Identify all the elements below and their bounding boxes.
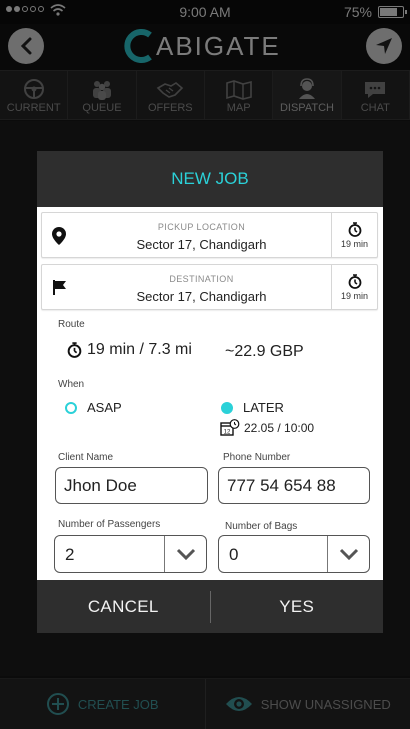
flag-icon xyxy=(53,280,66,295)
bags-value: 0 xyxy=(229,545,239,564)
chevron-down-icon xyxy=(176,548,195,560)
phone-number-label: Phone Number xyxy=(223,452,291,463)
pickup-value: Sector 17, Chandigarh xyxy=(136,237,267,252)
bags-dropdown[interactable] xyxy=(327,536,369,572)
calendar-clock-icon: 12 xyxy=(220,419,240,436)
destination-eta-text: 19 min xyxy=(340,290,368,301)
destination-eta: 19 min xyxy=(331,265,377,309)
later-datetime[interactable]: 12 22.05 / 10:00 xyxy=(220,419,314,437)
route-cost: ~22.9 GBP xyxy=(225,343,304,360)
client-name-input[interactable]: Jhon Doe xyxy=(55,467,208,504)
bags-select[interactable]: 0 xyxy=(218,535,370,573)
pickup-eta-text: 19 min xyxy=(340,238,368,249)
route-time-distance: 19 min / 7.3 mi xyxy=(67,341,192,359)
radio-circle xyxy=(65,401,77,414)
later-radio[interactable]: LATER xyxy=(221,400,284,415)
passengers-label: Number of Passengers xyxy=(58,519,161,530)
stopwatch-icon xyxy=(348,221,361,237)
route-time-text: 19 min / 7.3 mi xyxy=(87,341,192,358)
dialog-title: NEW JOB xyxy=(37,151,383,207)
dialog-actions: CANCEL YES xyxy=(37,580,383,633)
stopwatch-icon xyxy=(348,273,361,289)
location-pin-icon xyxy=(52,227,66,245)
passengers-dropdown[interactable] xyxy=(164,536,206,572)
asap-label: ASAP xyxy=(87,400,122,415)
when-label: When xyxy=(58,379,85,390)
client-name-label: Client Name xyxy=(58,452,114,463)
phone-number-input[interactable]: 777 54 654 88 xyxy=(218,467,370,504)
pickup-caption: PICKUP LOCATION xyxy=(157,222,246,232)
stopwatch-icon xyxy=(67,342,82,358)
destination-caption: DESTINATION xyxy=(169,274,234,284)
radio-circle-selected xyxy=(221,401,233,414)
new-job-dialog: NEW JOB PICKUP LOCATION Sector 17, Chand… xyxy=(37,151,383,633)
cancel-button[interactable]: CANCEL xyxy=(37,597,210,617)
bags-label: Number of Bags xyxy=(225,521,298,532)
passengers-value: 2 xyxy=(65,545,75,564)
later-label: LATER xyxy=(243,400,284,415)
chevron-down-icon xyxy=(339,548,358,560)
later-datetime-text: 22.05 / 10:00 xyxy=(244,421,315,435)
pickup-location-field[interactable]: PICKUP LOCATION Sector 17, Chandigarh 19… xyxy=(41,212,378,258)
pickup-eta: 19 min xyxy=(331,213,377,257)
passengers-select[interactable]: 2 xyxy=(54,535,207,573)
destination-field[interactable]: DESTINATION Sector 17, Chandigarh 19 min xyxy=(41,264,378,310)
calendar-day: 12 xyxy=(224,430,231,436)
destination-value: Sector 17, Chandigarh xyxy=(136,289,267,304)
yes-button[interactable]: YES xyxy=(211,597,384,617)
route-label: Route xyxy=(58,319,85,330)
asap-radio[interactable]: ASAP xyxy=(65,400,122,415)
